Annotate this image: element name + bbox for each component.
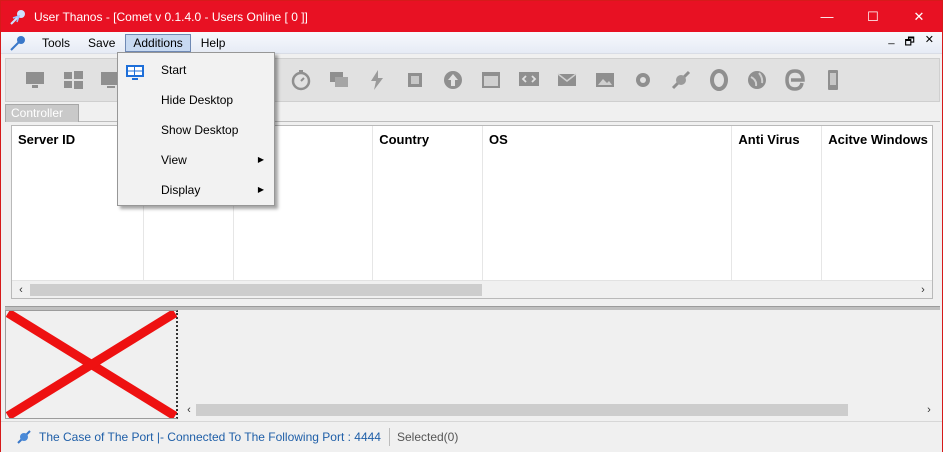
menu-item-display[interactable]: Display ▶ bbox=[118, 175, 274, 205]
satellite-icon bbox=[15, 428, 33, 446]
menu-item-label: Hide Desktop bbox=[161, 93, 234, 107]
edge-icon[interactable] bbox=[779, 65, 811, 95]
selected-count: Selected(0) bbox=[396, 430, 459, 444]
additions-dropdown: Start Hide Desktop Show Desktop View ▶ D… bbox=[117, 52, 275, 206]
minimize-button[interactable]: — bbox=[804, 1, 850, 32]
menu-help[interactable]: Help bbox=[193, 34, 234, 52]
phone-icon[interactable] bbox=[817, 65, 849, 95]
code-icon[interactable] bbox=[513, 65, 545, 95]
windows-icon bbox=[126, 62, 144, 80]
lower-horizontal-scrollbar[interactable]: ‹ › bbox=[180, 401, 938, 419]
monitor-icon[interactable] bbox=[19, 65, 51, 95]
lower-panel: ‹ › bbox=[180, 310, 940, 419]
scroll-left-icon[interactable]: ‹ bbox=[182, 403, 196, 417]
menu-tools[interactable]: Tools bbox=[34, 34, 78, 52]
window-title: User Thanos - [Comet v 0.1.4.0 - Users O… bbox=[34, 9, 308, 24]
menu-item-label: Show Desktop bbox=[161, 123, 239, 137]
menu-additions[interactable]: Additions bbox=[125, 33, 191, 52]
bolt-icon[interactable] bbox=[361, 65, 393, 95]
scroll-right-icon[interactable]: › bbox=[916, 283, 930, 297]
submenu-arrow-icon: ▶ bbox=[257, 155, 264, 164]
scroll-left-icon[interactable]: ‹ bbox=[14, 283, 28, 297]
connection-status: The Case of The Port |- Connected To The… bbox=[39, 428, 390, 446]
menu-item-label: View bbox=[161, 153, 187, 167]
scroll-thumb[interactable] bbox=[30, 284, 482, 296]
title-bar[interactable]: User Thanos - [Comet v 0.1.4.0 - Users O… bbox=[1, 1, 942, 32]
menu-save[interactable]: Save bbox=[80, 34, 123, 52]
scroll-right-icon[interactable]: › bbox=[922, 403, 936, 417]
missing-image-icon bbox=[5, 309, 178, 420]
menu-item-label: Start bbox=[161, 63, 187, 77]
status-bar: The Case of The Port |- Connected To The… bbox=[1, 421, 942, 452]
column-os[interactable]: OS bbox=[483, 126, 733, 280]
menu-item-hide-desktop[interactable]: Hide Desktop bbox=[118, 85, 274, 115]
scroll-thumb[interactable] bbox=[196, 404, 848, 416]
mdi-restore-button[interactable]: 🗗 bbox=[904, 33, 914, 52]
comet-icon bbox=[10, 35, 26, 51]
maximize-button[interactable]: ☐ bbox=[850, 1, 896, 32]
submenu-arrow-icon: ▶ bbox=[257, 185, 264, 194]
close-button[interactable]: ✕ bbox=[896, 1, 942, 32]
tab-controller[interactable]: Controller bbox=[5, 104, 79, 122]
chip-icon[interactable] bbox=[399, 65, 431, 95]
satellite-icon[interactable] bbox=[665, 65, 697, 95]
globe-icon[interactable] bbox=[741, 65, 773, 95]
chat-icon[interactable] bbox=[323, 65, 355, 95]
menu-item-start[interactable]: Start bbox=[118, 55, 274, 85]
column-country[interactable]: Country bbox=[373, 126, 483, 280]
mdi-close-button[interactable]: ✕ bbox=[925, 33, 934, 52]
window-icon[interactable] bbox=[475, 65, 507, 95]
menu-item-show-desktop[interactable]: Show Desktop bbox=[118, 115, 274, 145]
column-anti-virus[interactable]: Anti Virus bbox=[732, 126, 823, 280]
comet-icon bbox=[10, 9, 26, 25]
menu-bar: Tools Save Additions Help _ 🗗 ✕ bbox=[1, 32, 942, 54]
menu-item-label: Display bbox=[161, 183, 201, 197]
gear-icon[interactable] bbox=[627, 65, 659, 95]
windows-icon[interactable] bbox=[57, 65, 89, 95]
mdi-minimize-button[interactable]: _ bbox=[888, 33, 894, 52]
column-active-windows[interactable]: Acitve Windows bbox=[822, 126, 932, 280]
circle-o-icon[interactable] bbox=[703, 65, 735, 95]
mdi-controls: _ 🗗 ✕ bbox=[888, 33, 934, 52]
stopwatch-icon[interactable] bbox=[285, 65, 317, 95]
upload-icon[interactable] bbox=[437, 65, 469, 95]
menu-item-view[interactable]: View ▶ bbox=[118, 145, 274, 175]
picture-icon[interactable] bbox=[589, 65, 621, 95]
desktop-preview bbox=[5, 309, 178, 420]
mail-icon[interactable] bbox=[551, 65, 583, 95]
grid-horizontal-scrollbar[interactable]: ‹ › bbox=[12, 280, 932, 298]
